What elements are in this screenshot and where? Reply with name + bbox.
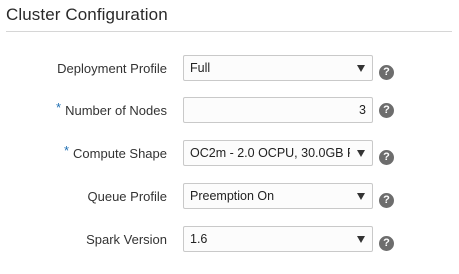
compute-shape-label-text: Compute Shape bbox=[73, 146, 167, 161]
spark-version-label: Spark Version bbox=[86, 232, 167, 247]
help-icon[interactable]: ? bbox=[379, 193, 394, 208]
number-of-nodes-label-text: Number of Nodes bbox=[65, 103, 167, 118]
compute-shape-row: * Compute Shape OC2m - 2.0 OCPU, 30.0GB R… bbox=[0, 140, 459, 168]
spark-version-select[interactable]: 1.6 bbox=[183, 226, 373, 252]
deployment-profile-row: Deployment Profile Full ? bbox=[0, 55, 459, 83]
queue-profile-row: Queue Profile Preemption On ? bbox=[0, 183, 459, 211]
cluster-configuration-page: Cluster Configuration Deployment Profile… bbox=[0, 0, 459, 274]
required-indicator: * bbox=[63, 143, 70, 158]
help-icon[interactable]: ? bbox=[379, 236, 394, 251]
number-of-nodes-row: * Number of Nodes 3 ? bbox=[0, 97, 459, 125]
help-icon[interactable]: ? bbox=[379, 65, 394, 80]
chevron-down-icon bbox=[357, 193, 365, 200]
queue-profile-value: Preemption On bbox=[190, 189, 275, 203]
section-divider bbox=[6, 31, 452, 32]
spark-version-row: Spark Version 1.6 ? bbox=[0, 226, 459, 254]
chevron-down-icon bbox=[357, 150, 365, 157]
deployment-profile-value: Full bbox=[190, 61, 211, 75]
number-of-nodes-value: 3 bbox=[359, 103, 366, 117]
required-indicator: * bbox=[56, 100, 62, 115]
spark-version-value: 1.6 bbox=[190, 232, 208, 246]
deployment-profile-label: Deployment Profile bbox=[57, 61, 167, 76]
help-icon[interactable]: ? bbox=[379, 150, 394, 165]
queue-profile-select[interactable]: Preemption On bbox=[183, 183, 373, 209]
number-of-nodes-label: * Number of Nodes bbox=[56, 100, 167, 118]
deployment-profile-select[interactable]: Full bbox=[183, 55, 373, 81]
section-title: Cluster Configuration bbox=[6, 5, 168, 24]
chevron-down-icon bbox=[357, 65, 365, 72]
chevron-down-icon bbox=[357, 236, 365, 243]
help-icon[interactable]: ? bbox=[379, 103, 394, 118]
queue-profile-label: Queue Profile bbox=[87, 189, 168, 204]
compute-shape-value: OC2m - 2.0 OCPU, 30.0GB R bbox=[190, 146, 350, 160]
number-of-nodes-input[interactable]: 3 bbox=[183, 97, 373, 123]
compute-shape-label: * Compute Shape bbox=[63, 143, 167, 161]
compute-shape-select[interactable]: OC2m - 2.0 OCPU, 30.0GB R bbox=[183, 140, 373, 166]
